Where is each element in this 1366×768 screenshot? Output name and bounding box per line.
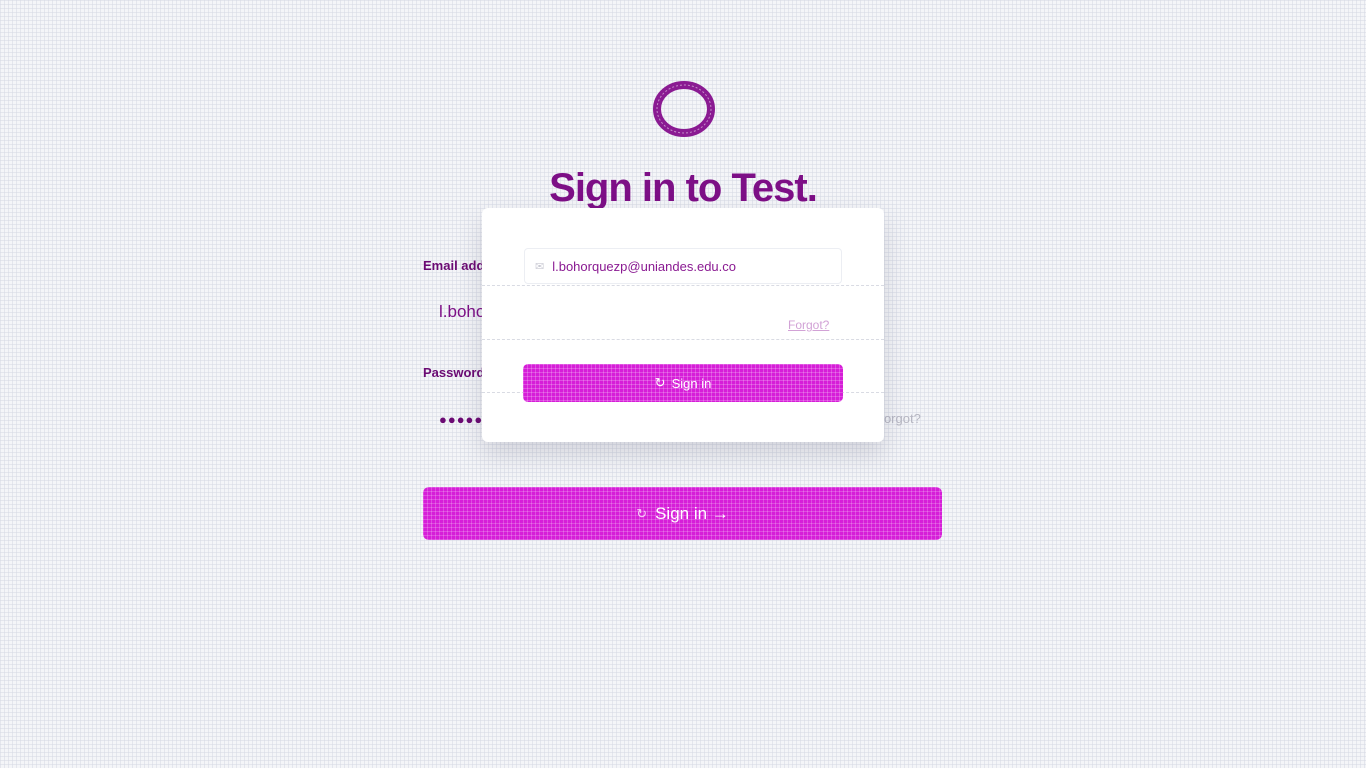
card-divider	[482, 339, 884, 340]
spinner-icon: ↻	[636, 505, 648, 521]
overlay-sign-in-label: Sign in	[671, 375, 712, 391]
overlay-email-field[interactable]: ✉ l.bohorquezp@uniandes.edu.co	[524, 248, 842, 284]
overlay-forgot-link[interactable]: Forgot?	[788, 318, 829, 332]
password-label: Password	[423, 365, 485, 380]
circle-logo-icon	[653, 81, 715, 137]
sign-in-label: Sign in →	[655, 503, 729, 523]
card-divider	[482, 285, 884, 286]
app-logo	[651, 78, 717, 140]
overlay-sign-in-button[interactable]: ↻ Sign in	[523, 364, 843, 402]
page-title: Sign in to Test.	[549, 166, 818, 210]
sign-in-button[interactable]: ↻ Sign in →	[423, 487, 942, 540]
spinner-icon: ↻	[654, 375, 666, 390]
overlay-email-value: l.bohorquezp@uniandes.edu.co	[552, 258, 736, 274]
mail-icon: ✉	[535, 260, 545, 273]
